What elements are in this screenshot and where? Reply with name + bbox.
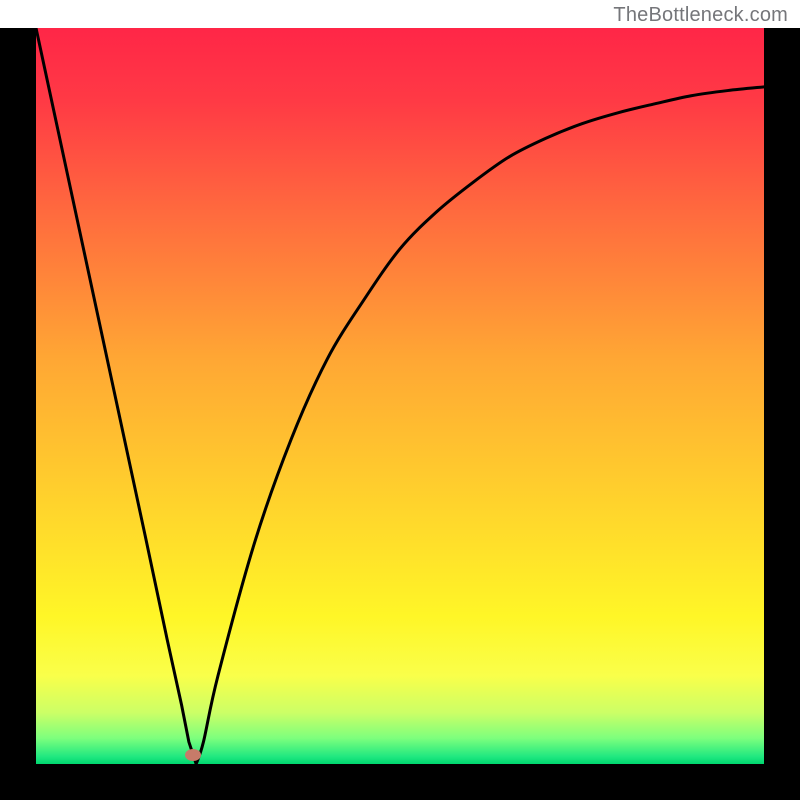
watermark-text: TheBottleneck.com (613, 4, 788, 27)
chart-frame (0, 28, 800, 800)
minimum-marker (185, 749, 201, 761)
curve-line (36, 28, 764, 764)
plot-area (36, 28, 764, 764)
